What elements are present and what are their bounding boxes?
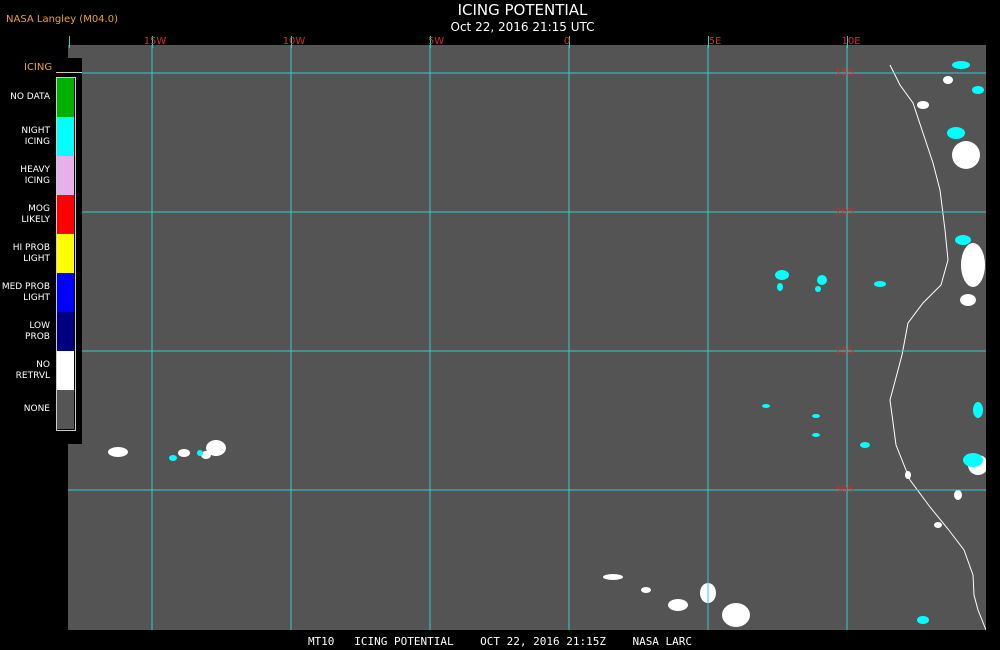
legend-swatch	[57, 273, 74, 312]
legend-swatch	[57, 117, 74, 156]
legend-label: NONE	[23, 404, 50, 414]
lat-lon-grid	[68, 45, 986, 630]
legend-label: NO DATA	[10, 92, 50, 102]
tick-mark	[69, 36, 70, 48]
legend-label: MED PROB LIGHT	[1, 281, 50, 303]
legend-label: NO RETRVL	[15, 359, 50, 381]
lon-label-10w: 10W	[282, 36, 306, 47]
legend-swatch	[57, 156, 74, 195]
lon-label-10e: 10E	[841, 36, 861, 47]
legend-label: NIGHT ICING	[21, 125, 50, 147]
legend-label: MOG LIKELY	[21, 203, 50, 225]
lat-label-30s: 30S	[835, 484, 855, 496]
legend-pointer	[56, 72, 82, 73]
legend-title: ICING	[24, 62, 53, 73]
map-title: ICING POTENTIAL	[457, 1, 588, 19]
lat-label-20s: 20S	[835, 206, 855, 218]
legend-swatch	[57, 390, 74, 429]
lon-label-0: 0	[563, 36, 571, 47]
map-timestamp: Oct 22, 2016 21:15 UTC	[450, 20, 595, 34]
legend-label: HEAVY ICING	[20, 164, 50, 186]
lon-label-5w: 5W	[427, 36, 445, 47]
footer-caption: MT10 ICING POTENTIAL OCT 22, 2016 21:15Z…	[307, 635, 693, 648]
lon-label-5e: 5E	[708, 36, 722, 47]
icing-map[interactable]	[68, 45, 986, 630]
legend-swatch	[57, 234, 74, 273]
legend-swatch	[57, 195, 74, 234]
lon-label-15w: 15W	[143, 36, 167, 47]
lat-label-15s: 15S	[835, 67, 855, 79]
legend-label: LOW PROB	[25, 320, 50, 342]
legend-label: HI PROB LIGHT	[12, 242, 50, 264]
legend-swatch	[57, 78, 74, 117]
lat-label-25s: 25S	[835, 345, 855, 357]
legend-swatch	[57, 312, 74, 351]
legend-swatch	[57, 351, 74, 390]
map-overlay	[68, 45, 986, 630]
